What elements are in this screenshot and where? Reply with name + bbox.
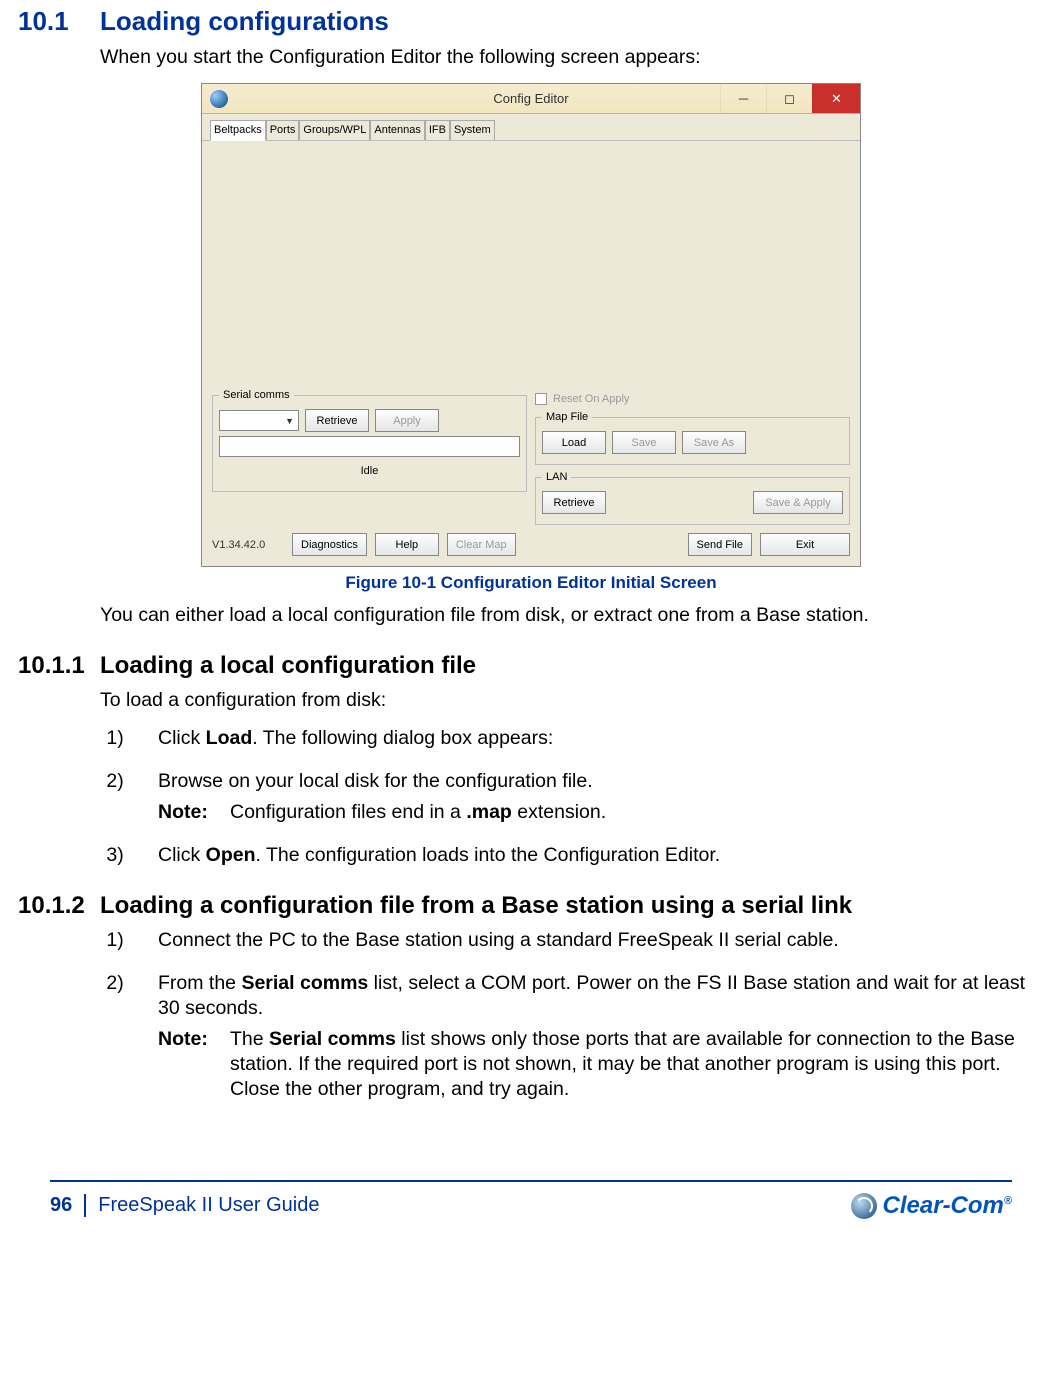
tab-system[interactable]: System — [450, 120, 495, 140]
clearmap-button[interactable]: Clear Map — [447, 533, 516, 556]
section-number: 10.1 — [18, 6, 100, 37]
subsection-1-number: 10.1.1 — [18, 652, 100, 680]
version-label: V1.34.42.0 — [212, 539, 284, 551]
tab-ports[interactable]: Ports — [266, 120, 300, 140]
subsection-2-number: 10.1.2 — [18, 892, 100, 920]
subsection-2-title: Loading a configuration file from a Base… — [100, 892, 852, 919]
reset-on-apply-checkbox[interactable] — [535, 393, 547, 405]
subsection-1-heading: 10.1.1Loading a local configuration file — [18, 652, 1062, 680]
exit-button[interactable]: Exit — [760, 533, 850, 556]
tab-ifb[interactable]: IFB — [425, 120, 450, 140]
guide-name: FreeSpeak II User Guide — [98, 1194, 319, 1217]
lan-legend: LAN — [542, 471, 571, 483]
save-button[interactable]: Save — [612, 431, 676, 454]
tab-bar: Beltpacks Ports Groups/WPL Antennas IFB … — [202, 114, 860, 141]
serial-port-combo[interactable]: ▼ — [219, 410, 299, 431]
subsection-1-title: Loading a local configuration file — [100, 652, 476, 679]
save-apply-button[interactable]: Save & Apply — [753, 491, 843, 514]
serial-comms-group: Serial comms ▼ Retrieve Apply Idle — [212, 389, 527, 492]
reset-on-apply-label: Reset On Apply — [553, 393, 629, 405]
apply-button[interactable]: Apply — [375, 409, 439, 432]
main-panel — [212, 149, 850, 389]
subsection-2-steps: Connect the PC to the Base station using… — [100, 928, 1062, 1102]
map-file-group: Map File Load Save Save As — [535, 411, 850, 465]
tab-antennas[interactable]: Antennas — [370, 120, 424, 140]
window-titlebar: Config Editor ─ ◻ ✕ — [202, 84, 860, 114]
subsection-1-steps: Click Load. The following dialog box app… — [100, 726, 1062, 868]
map-file-legend: Map File — [542, 411, 592, 423]
diagnostics-button[interactable]: Diagnostics — [292, 533, 367, 556]
subsection-2-heading: 10.1.2Loading a configuration file from … — [18, 892, 1062, 920]
chevron-down-icon: ▼ — [285, 416, 294, 426]
note-label: Note: — [158, 1027, 230, 1102]
help-button[interactable]: Help — [375, 533, 439, 556]
brand-logo: Clear-Com® — [851, 1192, 1012, 1220]
globe-icon — [851, 1193, 877, 1219]
retrieve-button[interactable]: Retrieve — [305, 409, 369, 432]
tab-beltpacks[interactable]: Beltpacks — [210, 120, 266, 141]
status-idle: Idle — [219, 465, 520, 477]
section-heading: 10.1Loading configurations — [18, 6, 1062, 37]
lan-group: LAN Retrieve Save & Apply — [535, 471, 850, 525]
window-title: Config Editor — [202, 91, 860, 106]
lan-retrieve-button[interactable]: Retrieve — [542, 491, 606, 514]
subsection-1-intro: To load a configuration from disk: — [100, 688, 1062, 712]
list-item: Click Open. The configuration loads into… — [140, 843, 1038, 868]
note-label: Note: — [158, 800, 230, 825]
serial-status-field — [219, 436, 520, 457]
page-footer: 96 FreeSpeak II User Guide Clear-Com® — [50, 1180, 1012, 1220]
note-text: The Serial comms list shows only those p… — [230, 1027, 1038, 1102]
list-item: Connect the PC to the Base station using… — [140, 928, 1038, 953]
section-title-text: Loading configurations — [100, 6, 389, 36]
serial-comms-legend: Serial comms — [219, 389, 294, 401]
note-text: Configuration files end in a .map extens… — [230, 800, 606, 825]
sendfile-button[interactable]: Send File — [688, 533, 752, 556]
load-button[interactable]: Load — [542, 431, 606, 454]
figure-caption: Figure 10-1 Configuration Editor Initial… — [201, 573, 861, 593]
page-number: 96 — [50, 1194, 86, 1217]
saveas-button[interactable]: Save As — [682, 431, 746, 454]
config-editor-window: Config Editor ─ ◻ ✕ Beltpacks Ports Grou… — [201, 83, 861, 567]
figure-after-text: You can either load a local configuratio… — [100, 603, 1062, 627]
list-item: Click Load. The following dialog box app… — [140, 726, 1038, 751]
list-item: From the Serial comms list, select a COM… — [140, 971, 1038, 1102]
list-item: Browse on your local disk for the config… — [140, 769, 1038, 825]
tab-groups[interactable]: Groups/WPL — [299, 120, 370, 140]
section-intro: When you start the Configuration Editor … — [100, 45, 1062, 69]
